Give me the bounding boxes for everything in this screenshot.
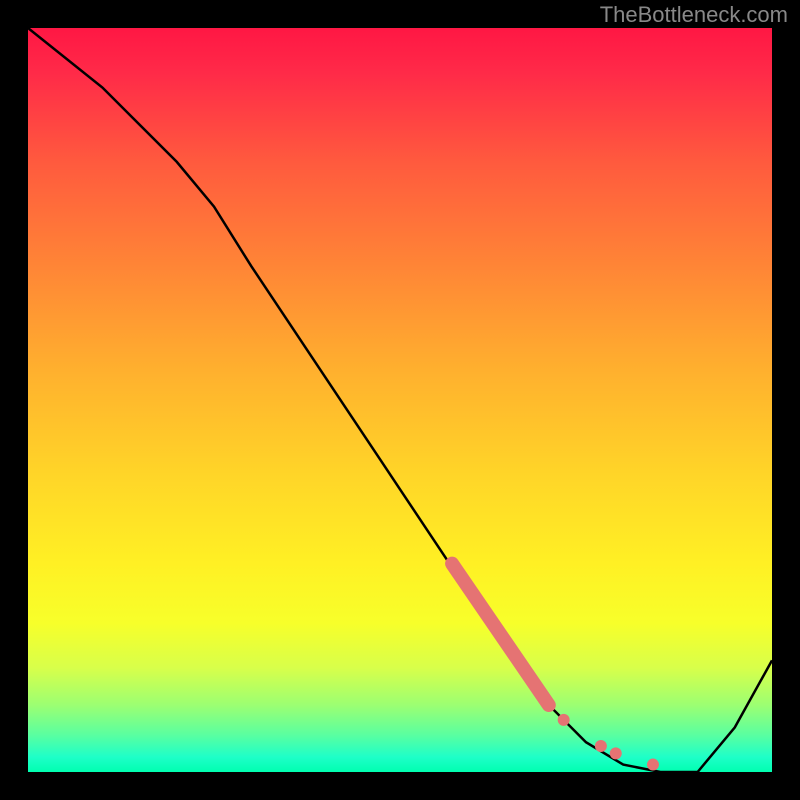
- highlight-dot: [610, 747, 622, 759]
- watermark-text: TheBottleneck.com: [600, 2, 788, 28]
- gradient-background: [28, 28, 772, 772]
- chart-svg: [28, 28, 772, 772]
- plot-area: [28, 28, 772, 772]
- highlight-dot: [595, 740, 607, 752]
- chart-container: TheBottleneck.com: [0, 0, 800, 800]
- highlight-dot: [558, 714, 570, 726]
- highlight-dot: [647, 759, 659, 771]
